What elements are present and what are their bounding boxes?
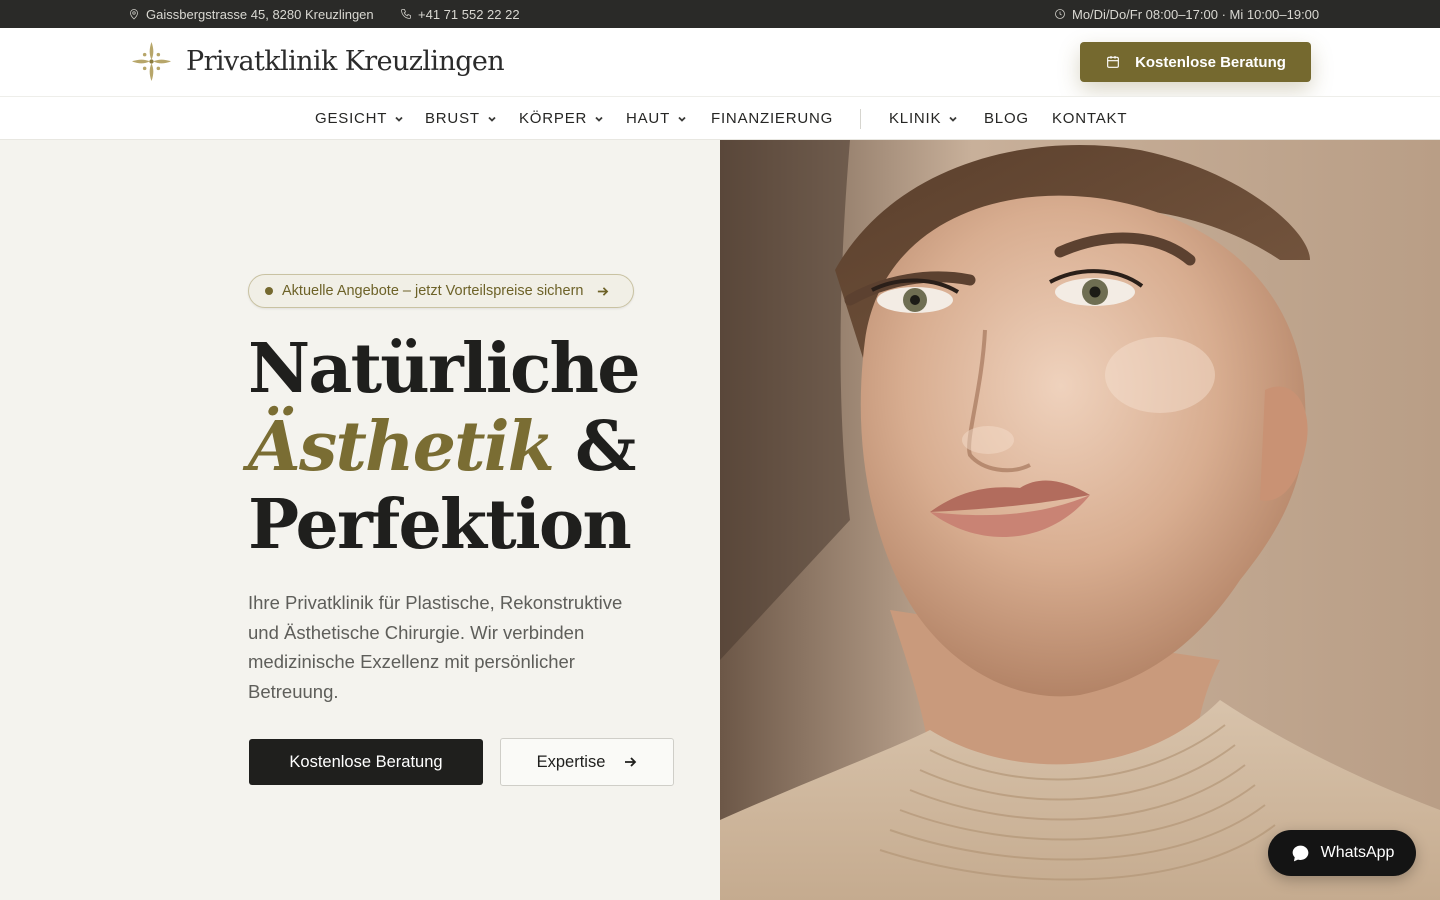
nav-item-label: BRUST	[425, 110, 480, 127]
nav-item-blog[interactable]: BLOG	[984, 97, 1029, 140]
free-consultation-button[interactable]: Kostenlose Beratung	[249, 739, 483, 785]
promo-pill[interactable]: Aktuelle Angebote – jetzt Vorteilspreise…	[248, 274, 635, 308]
cta-label: Kostenlose Beratung	[1135, 53, 1286, 71]
nav-item-label: FINANZIERUNG	[711, 110, 834, 127]
hero-headline: Natürliche Ästhetik & Perfektion	[248, 329, 640, 565]
nav-item-label: KONTAKT	[1052, 110, 1128, 127]
portrait-illustration	[720, 140, 1440, 900]
nav-item-label: BLOG	[984, 110, 1029, 127]
nav-item-kontakt[interactable]: KONTAKT	[1052, 97, 1127, 140]
nav-item-brust[interactable]: BRUST	[425, 97, 497, 140]
nav-item-label: HAUT	[626, 110, 671, 127]
hero-portrait-image	[720, 140, 1440, 900]
clock-icon	[1055, 9, 1065, 19]
site-header: Privatklinik Kreuzlingen Kostenlose Bera…	[0, 28, 1440, 96]
nav-item-finanzierung[interactable]: FINANZIERUNG	[711, 97, 833, 140]
headline-line-3: Perfektion	[248, 485, 632, 565]
logo[interactable]: Privatklinik Kreuzlingen	[130, 40, 505, 83]
free-consultation-header-button[interactable]: Kostenlose Beratung	[1080, 42, 1311, 82]
phone-icon	[401, 9, 411, 19]
nav-item-gesicht[interactable]: GESICHT	[315, 97, 404, 140]
nav-item-koerper[interactable]: KÖRPER	[519, 97, 604, 140]
expertise-button[interactable]: Expertise	[500, 738, 674, 786]
chat-bubble-icon	[1292, 845, 1308, 861]
address-text: Gaissbergstrasse 45, 8280 Kreuzlingen	[146, 6, 374, 22]
nav-item-label: GESICHT	[315, 110, 388, 127]
chevron-down-icon	[678, 116, 686, 122]
nav-item-label: KLINIK	[889, 110, 942, 127]
button-label: Expertise	[536, 752, 606, 771]
opening-hours: Mo/Di/Do/Fr 08:00–17:00 · Mi 10:00–19:00	[1054, 0, 1319, 28]
hero-content: Aktuelle Angebote – jetzt Vorteilspreise…	[0, 140, 720, 900]
promo-text: Aktuelle Angebote – jetzt Vorteilspreise…	[282, 283, 584, 299]
arrow-right-icon	[598, 286, 609, 296]
chevron-down-icon	[488, 116, 496, 122]
logo-text: Privatklinik Kreuzlingen	[186, 46, 505, 77]
headline-accent: Ästhetik	[248, 407, 555, 487]
whatsapp-label: WhatsApp	[1320, 844, 1395, 861]
nav-divider	[860, 109, 861, 129]
headline-ampersand: &	[575, 407, 636, 487]
main-navigation: GESICHT BRUST KÖRPER HAUT FINANZIERUNG K…	[0, 96, 1440, 140]
hours-text: Mo/Di/Do/Fr 08:00–17:00 · Mi 10:00–19:00	[1072, 6, 1320, 22]
phone-link[interactable]: +41 71 552 22 22	[400, 0, 520, 28]
phone-text: +41 71 552 22 22	[418, 6, 520, 22]
headline-line-1: Natürliche	[248, 329, 640, 409]
nav-item-haut[interactable]: HAUT	[626, 97, 687, 140]
button-label: Kostenlose Beratung	[289, 752, 443, 771]
chevron-down-icon	[595, 116, 603, 122]
arrow-right-icon	[625, 757, 637, 767]
calendar-icon	[1107, 56, 1119, 68]
address-info[interactable]: Gaissbergstrasse 45, 8280 Kreuzlingen	[128, 0, 374, 28]
nav-item-klinik[interactable]: KLINIK	[889, 97, 958, 140]
chevron-down-icon	[949, 116, 957, 122]
whatsapp-button[interactable]: WhatsApp	[1268, 830, 1416, 876]
chevron-down-icon	[395, 116, 403, 122]
map-pin-icon	[130, 9, 138, 20]
status-dot	[265, 287, 273, 295]
top-info-bar: Gaissbergstrasse 45, 8280 Kreuzlingen +4…	[0, 0, 1440, 28]
logo-mark-icon	[131, 41, 172, 82]
hero-lead-text: Ihre Privatklinik für Plastische, Rekons…	[248, 592, 623, 702]
nav-item-label: KÖRPER	[519, 110, 588, 127]
